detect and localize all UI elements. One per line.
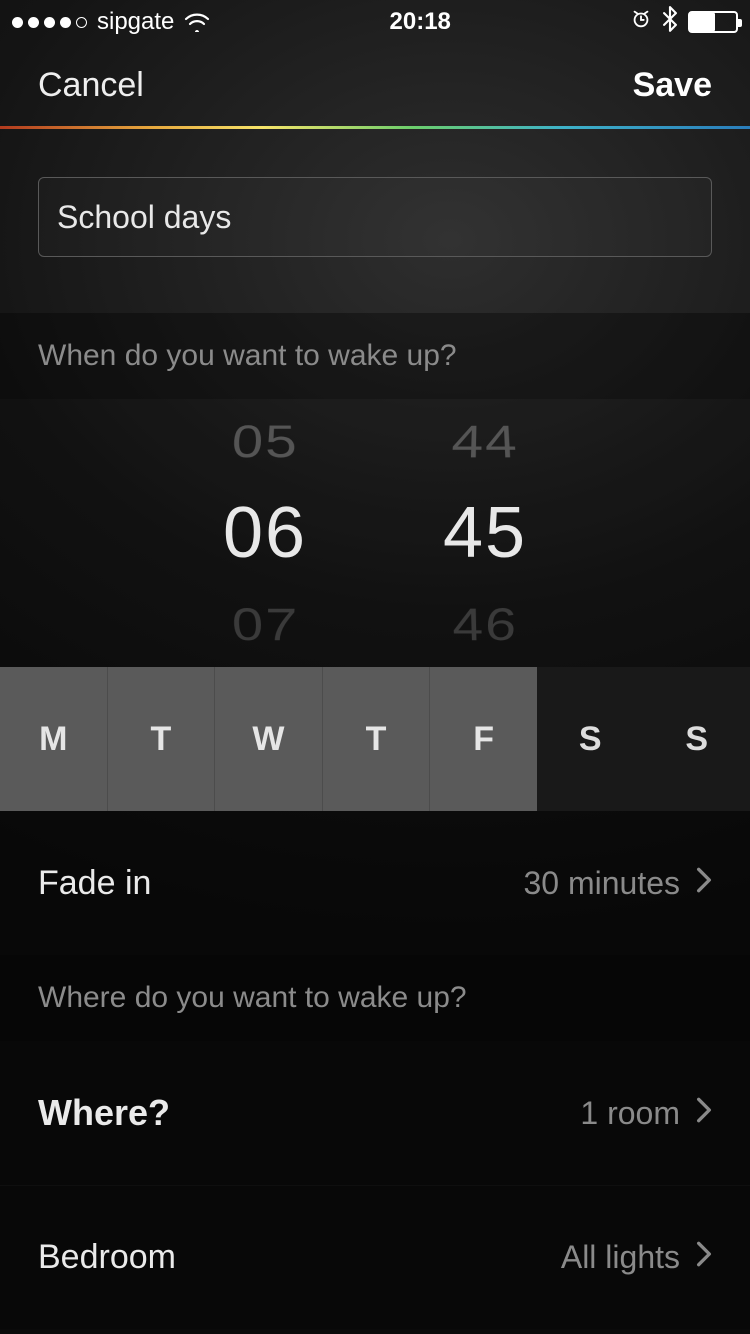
day-selector: MTWTFSS (0, 667, 750, 811)
routine-name-input[interactable] (57, 199, 693, 236)
room-row[interactable]: Bedroom All lights (0, 1185, 750, 1329)
where-value: 1 room (580, 1095, 680, 1132)
day-toggle-0[interactable]: M (0, 667, 107, 811)
fade-in-label: Fade in (38, 864, 151, 903)
day-toggle-3[interactable]: T (322, 667, 430, 811)
minute-selected: 45 (443, 483, 527, 583)
status-right (630, 6, 738, 39)
hour-selected: 06 (223, 483, 307, 583)
save-button[interactable]: Save (633, 66, 712, 105)
fade-in-value: 30 minutes (523, 865, 680, 902)
day-toggle-4[interactable]: F (429, 667, 537, 811)
bluetooth-icon (662, 6, 678, 39)
day-toggle-5[interactable]: S (537, 667, 644, 811)
chevron-right-icon (696, 865, 712, 902)
minute-prev: 44 (449, 409, 521, 478)
hour-prev: 05 (229, 409, 301, 478)
chevron-right-icon (696, 1095, 712, 1132)
chevron-right-icon (696, 1239, 712, 1276)
where-row[interactable]: Where? 1 room (0, 1041, 750, 1185)
where-label: Where? (38, 1092, 170, 1134)
minute-picker[interactable]: 44 45 46 (395, 399, 575, 667)
signal-strength-icon (12, 17, 87, 28)
day-toggle-1[interactable]: T (107, 667, 215, 811)
room-label: Bedroom (38, 1238, 176, 1277)
name-section (0, 129, 750, 313)
time-picker[interactable]: 05 06 07 44 45 46 (0, 399, 750, 667)
alarm-icon (630, 8, 652, 37)
hour-next: 07 (229, 588, 301, 657)
hour-picker[interactable]: 05 06 07 (175, 399, 355, 667)
status-left: sipgate (12, 8, 210, 36)
fade-in-value-group: 30 minutes (523, 865, 712, 902)
minute-next: 46 (449, 588, 521, 657)
where-section-header: Where do you want to wake up? (0, 955, 750, 1041)
battery-icon (688, 11, 738, 33)
status-bar: sipgate 20:18 (0, 0, 750, 44)
when-section-header: When do you want to wake up? (0, 313, 750, 399)
wifi-icon (184, 12, 210, 32)
carrier-label: sipgate (97, 8, 174, 36)
nav-bar: Cancel Save (0, 44, 750, 126)
routine-name-field[interactable] (38, 177, 712, 257)
room-value: All lights (561, 1239, 680, 1276)
status-time: 20:18 (390, 8, 451, 36)
cancel-button[interactable]: Cancel (38, 66, 144, 105)
screen: sipgate 20:18 (0, 0, 750, 1334)
fade-in-row[interactable]: Fade in 30 minutes (0, 811, 750, 955)
day-toggle-6[interactable]: S (643, 667, 750, 811)
where-value-group: 1 room (580, 1095, 712, 1132)
day-toggle-2[interactable]: W (214, 667, 322, 811)
room-value-group: All lights (561, 1239, 712, 1276)
